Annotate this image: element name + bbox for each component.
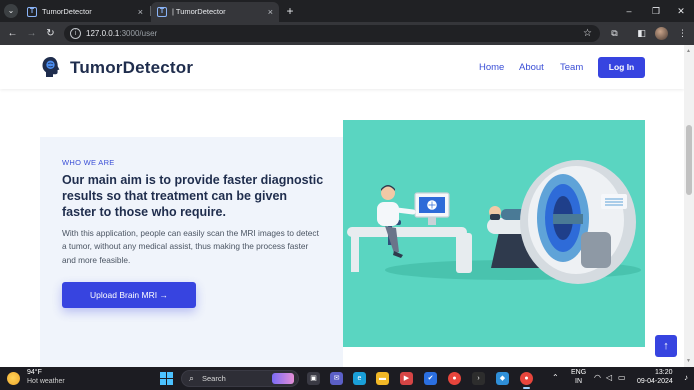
nav-about-link[interactable]: About <box>519 62 544 73</box>
desk-top <box>347 227 467 237</box>
side-panel-icon[interactable]: ◧ <box>634 26 649 41</box>
tab-tumordetector-1[interactable]: T TumorDetector × <box>21 2 149 22</box>
chat-icon[interactable]: ✉ <box>330 372 343 385</box>
site-info-icon[interactable]: i <box>70 28 81 39</box>
web-page: TumorDetector Home About Team Log In WHO… <box>0 45 684 367</box>
login-button[interactable]: Log In <box>598 57 645 78</box>
notification-bell-icon[interactable]: ♪ <box>684 373 688 382</box>
terminal-icon[interactable]: › <box>472 372 485 385</box>
windows-start-icon[interactable] <box>160 372 173 385</box>
nav-team-link[interactable]: Team <box>560 62 583 73</box>
battery-icon[interactable]: ▭ <box>618 373 626 382</box>
tab-close-icon[interactable]: × <box>138 2 143 22</box>
back-to-top-button[interactable]: ↑ <box>655 335 677 357</box>
section-eyebrow: WHO WE ARE <box>62 158 115 167</box>
hero-headline: Our main aim is to provide faster diagno… <box>62 173 324 219</box>
nav-home-link[interactable]: Home <box>479 62 504 73</box>
weather-temperature[interactable]: 94°F <box>27 369 42 376</box>
clock-time[interactable]: 13:20 <box>655 369 673 376</box>
scroll-up-arrow-icon[interactable]: ▲ <box>686 48 691 54</box>
browser-toolbar: ← → ↻ i 127.0.0.1:3000/user ☆ ⧉ ◧ ⋮ <box>0 22 694 45</box>
weather-description[interactable]: Hot weather <box>27 378 65 385</box>
about-panel: WHO WE ARE Our main aim is to provide fa… <box>40 137 343 367</box>
url-text: 127.0.0.1:3000/user <box>86 29 158 38</box>
search-highlight-icon <box>272 373 294 384</box>
file-explorer-icon[interactable]: ▬ <box>376 372 389 385</box>
volume-icon[interactable]: ◁ <box>606 373 612 382</box>
page-scrollbar[interactable]: ▲ ▼ <box>684 45 694 367</box>
mri-scan-illustration <box>343 120 645 347</box>
windows-taskbar: 94°F Hot weather ⌕ Search ▣ ✉ e ▬ ▶ ✔ ● … <box>0 367 694 390</box>
brand-title[interactable]: TumorDetector <box>70 58 193 78</box>
more-menu-icon[interactable]: ⋮ <box>675 26 690 41</box>
wifi-icon[interactable]: ◠ <box>594 373 601 382</box>
vscode-icon[interactable]: ◆ <box>496 372 509 385</box>
browser-tab-strip: ⌄ T TumorDetector × T | TumorDetector × … <box>0 0 694 22</box>
media-app-icon[interactable]: ▶ <box>400 372 413 385</box>
back-arrow-icon[interactable]: ← <box>5 26 20 41</box>
close-window-button[interactable]: ✕ <box>668 0 694 22</box>
tab-search-icon[interactable]: ⌄ <box>4 4 18 18</box>
bookmark-star-icon[interactable]: ☆ <box>583 25 592 42</box>
tab-title: TumorDetector <box>42 7 92 16</box>
chrome-active-icon[interactable]: ● <box>520 372 533 389</box>
forward-arrow-icon[interactable]: → <box>24 26 39 41</box>
upload-mri-button[interactable]: Upload Brain MRI → <box>62 282 196 308</box>
site-header: TumorDetector Home About Team Log In <box>0 45 684 89</box>
scroll-down-arrow-icon[interactable]: ▼ <box>686 358 691 364</box>
brain-head-logo-icon[interactable] <box>41 56 61 78</box>
tab-close-icon[interactable]: × <box>268 2 273 22</box>
scrollbar-thumb[interactable] <box>686 125 692 195</box>
region-indicator[interactable]: IN <box>575 378 582 385</box>
language-indicator[interactable]: ENG <box>571 369 586 376</box>
reload-icon[interactable]: ↻ <box>43 26 58 41</box>
search-placeholder: Search <box>202 374 226 383</box>
tab-title: | TumorDetector <box>172 7 226 16</box>
checkmark-app-icon[interactable]: ✔ <box>424 372 437 385</box>
new-tab-button[interactable]: + <box>282 3 298 19</box>
monitor-stand <box>428 217 436 225</box>
tab-tumordetector-2[interactable]: T | TumorDetector × <box>151 2 279 22</box>
doctor-coat <box>377 202 399 226</box>
profile-avatar[interactable] <box>655 27 668 40</box>
search-icon: ⌕ <box>189 373 195 383</box>
task-view-icon[interactable]: ▣ <box>307 372 320 385</box>
favicon-icon: T <box>157 7 167 17</box>
favicon-icon: T <box>27 7 37 17</box>
address-bar[interactable]: i 127.0.0.1:3000/user ☆ <box>64 25 600 42</box>
minimize-button[interactable]: – <box>616 0 642 22</box>
desk-leg-right <box>456 233 472 273</box>
tray-overflow-icon[interactable]: ⌃ <box>552 373 559 382</box>
extensions-icon[interactable]: ⧉ <box>607 26 622 41</box>
doctor-arm <box>394 207 416 215</box>
taskbar-search-box[interactable]: ⌕ Search <box>181 370 299 387</box>
weather-sun-icon[interactable] <box>7 372 20 385</box>
scanner-pedestal <box>581 232 611 268</box>
edge-browser-icon[interactable]: e <box>353 372 366 385</box>
maximize-button[interactable]: ❐ <box>643 0 669 22</box>
clock-date[interactable]: 09-04-2024 <box>637 378 673 385</box>
desk-leg-left <box>351 233 359 272</box>
hero-description: With this application, people can easily… <box>62 228 319 265</box>
chrome-browser-icon[interactable]: ● <box>448 372 461 385</box>
